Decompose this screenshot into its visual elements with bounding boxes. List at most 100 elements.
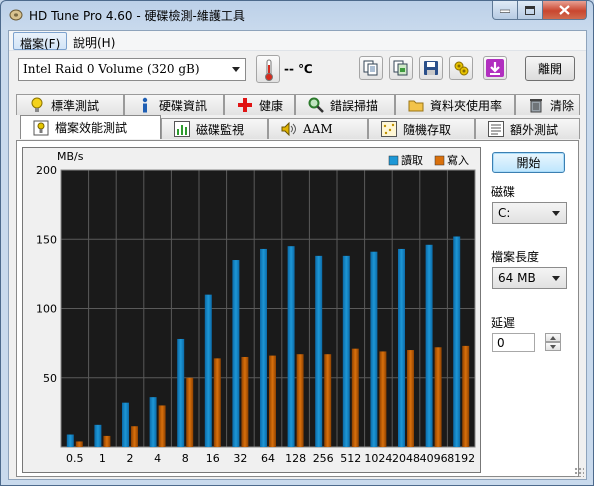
y-axis-label: MB/s — [57, 150, 84, 163]
bar-read — [149, 397, 157, 447]
download-icon — [486, 59, 504, 77]
x-tick-label: 16 — [206, 452, 220, 465]
menu-help[interactable]: 說明(H) — [67, 32, 121, 50]
copy-text-button[interactable] — [359, 56, 383, 80]
bar-write — [379, 351, 387, 447]
drive-combo[interactable]: C: — [492, 202, 567, 224]
bar-write — [407, 350, 414, 447]
bar-read — [370, 251, 378, 447]
bar-write — [158, 405, 166, 447]
x-tick-label: 4096 — [420, 452, 448, 465]
bar-write — [186, 377, 194, 447]
file-size-combo[interactable]: 64 MB — [492, 267, 567, 289]
bar-write — [296, 354, 304, 447]
folder-icon — [408, 97, 424, 113]
client-area: 檔案(F) 說明(H) Intel Raid 0 Volume (320 gB)… — [8, 30, 587, 480]
x-tick-label: 0.5 — [66, 452, 84, 465]
legend-swatch-write — [434, 155, 445, 166]
tab-label: 標準測試 — [51, 98, 100, 113]
tab-standard-test[interactable]: 標準測試 — [16, 94, 124, 115]
random-access-icon — [381, 121, 397, 137]
tab-disk-monitor[interactable]: 磁碟監視 — [161, 118, 268, 139]
menu-bar: 檔案(F) 說明(H) — [9, 31, 586, 51]
title-bar[interactable]: HD Tune Pro 4.60 - 硬碟檢測-維護工具 — [1, 1, 593, 29]
options-button[interactable] — [449, 56, 473, 80]
minimize-button[interactable] — [492, 1, 518, 20]
x-tick-label: 128 — [285, 452, 306, 465]
maximize-button[interactable] — [518, 1, 543, 20]
file-size-label: 檔案長度 — [491, 250, 540, 264]
tab-label: 資料夾使用率 — [430, 98, 503, 113]
monitor-chart-icon — [174, 121, 190, 137]
tab-folder-usage[interactable]: 資料夾使用率 — [395, 94, 515, 115]
temperature-button[interactable] — [256, 55, 280, 83]
x-tick-label: 8192 — [447, 452, 475, 465]
bar-read — [66, 434, 74, 447]
delay-spin-down[interactable] — [545, 342, 561, 351]
chevron-down-icon — [232, 67, 240, 72]
bar-write — [324, 354, 332, 447]
copy-text-icon — [363, 60, 378, 76]
save-button[interactable] — [419, 56, 443, 80]
tab-file-benchmark[interactable]: 檔案效能測試 — [20, 115, 161, 139]
resize-grip-icon[interactable] — [574, 467, 584, 477]
bar-write — [103, 435, 111, 447]
tab-random-access[interactable]: 隨機存取 — [368, 118, 475, 139]
delay-input[interactable]: 0 — [492, 333, 535, 352]
tab-health[interactable]: 健康 — [224, 94, 295, 115]
menu-file[interactable]: 檔案(F) — [13, 32, 68, 51]
tab-error-scan[interactable]: 錯誤掃描 — [295, 94, 395, 115]
app-window: HD Tune Pro 4.60 - 硬碟檢測-維護工具 檔案(F) 說明(H)… — [0, 0, 594, 486]
legend-swatch-read — [388, 155, 399, 166]
x-tick-label: 64 — [261, 452, 275, 465]
y-tick-label: 50 — [43, 372, 57, 385]
file-benchmark-icon — [33, 120, 49, 136]
tab-label: 額外測試 — [510, 122, 559, 137]
bar-read — [204, 294, 212, 447]
exit-button[interactable]: 離開 — [525, 56, 575, 81]
bar-write — [241, 356, 249, 447]
legend-label-read: 讀取 — [401, 153, 423, 167]
legend-label-write: 寫入 — [447, 153, 469, 167]
x-tick-label: 4 — [154, 452, 161, 465]
tab-label: 隨機存取 — [403, 122, 452, 137]
tab-aam[interactable]: AAM — [268, 118, 368, 139]
transfer-rate-chart: 50 100 150 200 MB/s 0.5 1 2 4 8 16 32 64 128 256 512 102… — [22, 147, 481, 473]
x-tick-label: 1024 — [364, 452, 392, 465]
bar-write — [434, 347, 442, 447]
start-button[interactable]: 開始 — [492, 152, 565, 173]
y-tick-label: 150 — [36, 233, 57, 246]
extra-tests-icon — [488, 121, 504, 137]
copy-screenshot-button[interactable] — [389, 56, 413, 80]
drive-select[interactable]: Intel Raid 0 Volume (320 gB) — [18, 58, 246, 81]
hdd-icon — [9, 9, 23, 21]
y-tick-label: 200 — [36, 164, 57, 177]
info-icon — [137, 97, 153, 113]
tab-disk-info[interactable]: 硬碟資訊 — [124, 94, 224, 115]
chevron-down-icon — [552, 211, 560, 216]
tab-label: 健康 — [259, 98, 284, 113]
drive-select-value: Intel Raid 0 Volume (320 gB) — [23, 62, 200, 76]
bar-read — [425, 244, 433, 447]
tab-label: 硬碟資訊 — [159, 98, 208, 113]
close-button[interactable] — [543, 1, 587, 20]
trash-icon — [528, 97, 544, 113]
delay-spin-up[interactable] — [545, 333, 561, 342]
bar-write — [462, 345, 470, 447]
toolbar: Intel Raid 0 Volume (320 gB) -- ℃ 離開 — [9, 52, 586, 88]
bar-read — [287, 246, 295, 447]
x-tick-label: 2 — [127, 452, 134, 465]
speaker-icon — [281, 121, 297, 137]
bar-read — [315, 255, 323, 447]
tab-erase[interactable]: 清除 — [515, 94, 580, 115]
bar-write — [75, 441, 83, 447]
file-size-combo-value: 64 MB — [498, 271, 536, 285]
bar-read — [260, 248, 267, 447]
x-tick-label: 8 — [182, 452, 189, 465]
download-button[interactable] — [483, 56, 507, 80]
save-icon — [424, 61, 438, 75]
arrow-down-icon — [550, 345, 556, 349]
tab-extra-tests[interactable]: 額外測試 — [475, 118, 580, 139]
close-icon — [559, 5, 570, 15]
tab-label: 磁碟監視 — [196, 122, 245, 137]
